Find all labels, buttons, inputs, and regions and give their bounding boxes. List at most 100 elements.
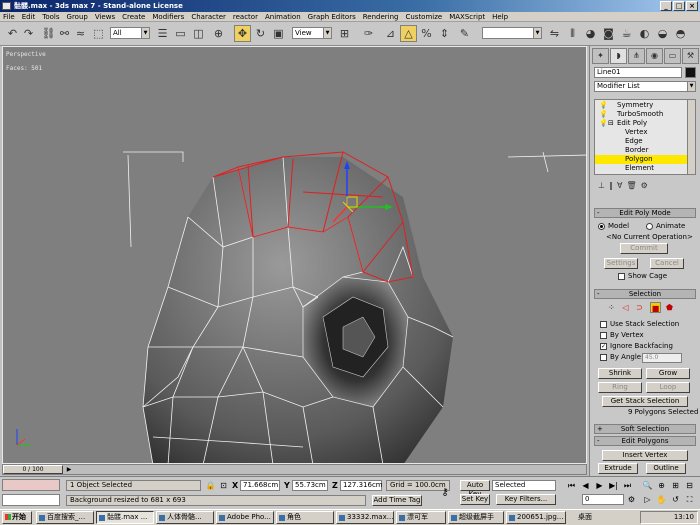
element-mode-icon[interactable]: ⬟ [664,302,675,313]
extrude-button[interactable]: Extrude [598,463,638,474]
stack-scrollbar[interactable] [687,100,695,174]
snap-toggle-icon[interactable]: ⊿ [382,25,399,42]
lightbulb-icon[interactable]: 💡 [599,110,608,118]
outline-button[interactable]: Outline [646,463,686,474]
select-object-icon[interactable]: ⬚ [90,25,107,42]
shrink-button[interactable]: Shrink [598,368,642,379]
field-of-view-icon[interactable]: ▷ [642,494,653,505]
zoom-icon[interactable]: 🔍 [642,480,653,491]
vertex-mode-icon[interactable]: ⁘ [606,302,617,313]
menu-tools[interactable]: Tools [42,12,59,22]
next-frame-icon[interactable]: ▶| [608,480,619,491]
undo-icon[interactable]: ↶ [4,25,21,42]
make-unique-icon[interactable]: ∀ [617,181,622,190]
x-coordinate-field[interactable]: 71.668cm [240,480,280,491]
task-button[interactable]: 角色 [276,511,334,524]
arc-rotate-icon[interactable]: ↺ [670,494,681,505]
modifier-list-dropdown[interactable]: Modifier List ▼ [594,81,696,92]
named-selection-dropdown[interactable]: ▼ [482,27,542,39]
soft-selection-rollout[interactable]: + Soft Selection [594,424,696,434]
task-button[interactable]: Adobe Pho... [216,511,274,524]
cancel-button[interactable]: Cancel [650,258,684,269]
key-mode-dropdown[interactable]: Selected [492,480,556,491]
object-color-swatch[interactable] [685,67,696,78]
link-icon[interactable]: ⛓ [40,25,57,42]
hierarchy-tab-icon[interactable]: ⋔ [628,48,645,64]
select-and-move-icon[interactable]: ✥ [234,25,251,42]
add-time-tag-button[interactable]: Add Time Tag [372,495,422,506]
collapse-minus-icon[interactable]: ⊟ [608,119,614,127]
time-slider-knob[interactable]: 0 / 100 [3,465,63,474]
menu-customize[interactable]: Customize [405,12,442,22]
percent-snap-icon[interactable]: % [418,25,435,42]
menu-rendering[interactable]: Rendering [363,12,399,22]
utilities-tab-icon[interactable]: ⚒ [682,48,699,64]
go-to-start-icon[interactable]: ⏮ [566,480,577,491]
bind-space-warp-icon[interactable]: ≈ [72,25,89,42]
show-cage-checkbox[interactable] [618,273,625,280]
get-stack-selection-button[interactable]: Get Stack Selection [602,396,688,407]
reference-coordinate-dropdown[interactable]: View ▼ [292,27,332,39]
use-stack-selection-checkbox[interactable] [600,321,607,328]
remove-modifier-icon[interactable]: 🗑 [626,181,636,190]
menu-create[interactable]: Create [122,12,145,22]
stack-item-turbosmooth[interactable]: TurboSmooth [595,110,687,119]
time-slider-right-arrow-icon[interactable]: ▶ [65,465,73,474]
configure-modifier-sets-icon[interactable]: ⚙ [641,181,648,190]
play-icon[interactable]: ▶ [594,480,605,491]
by-angle-checkbox[interactable] [600,354,607,361]
window-crossing-icon[interactable]: ◫ [190,25,207,42]
stack-item-polygon[interactable]: Polygon [595,155,687,164]
zoom-extents-icon[interactable]: ⊞ [670,480,681,491]
select-and-rotate-icon[interactable]: ↻ [252,25,269,42]
zoom-all-icon[interactable]: ⊕ [656,480,667,491]
menu-animation[interactable]: Animation [265,12,301,22]
stack-item-edge[interactable]: Edge [595,137,687,146]
z-coordinate-field[interactable]: 127.316cm [340,480,383,491]
edit-poly-mode-rollout[interactable]: - Edit Poly Mode [594,208,696,218]
key-filters-button[interactable]: Key Filters... [496,494,556,505]
stack-item-border[interactable]: Border [595,146,687,155]
menu-graph-editors[interactable]: Graph Editors [308,12,356,22]
lightbulb-icon[interactable]: 💡 [599,119,608,127]
set-key-button[interactable]: Set Key [460,494,490,505]
close-button[interactable]: × [686,1,698,11]
selection-filter-dropdown[interactable]: All ▼ [110,27,150,39]
pan-icon[interactable]: ✋ [656,494,667,505]
spinner-snap-icon[interactable]: ⇕ [436,25,453,42]
modify-tab-icon[interactable]: ◗ [610,48,627,64]
model-radio[interactable] [598,223,605,230]
insert-vertex-button[interactable]: Insert Vertex [602,450,688,461]
task-button[interactable]: 33332.max... [336,511,394,524]
pin-stack-icon[interactable]: ⊥ [598,181,605,190]
polygon-mode-icon[interactable]: ■ [650,302,661,313]
maximize-viewport-icon[interactable]: ⛶ [684,494,695,505]
quick-render-icon[interactable]: ☕ [618,25,635,42]
previous-frame-icon[interactable]: ◀ [580,480,591,491]
time-configuration-icon[interactable]: ⚙ [626,494,637,505]
maxscript-listener-pink[interactable] [2,479,60,491]
select-by-name-icon[interactable]: ☰ [154,25,171,42]
task-button[interactable]: 超级截屏手 [448,511,504,524]
set-key-icon[interactable]: ⚷ [437,487,453,498]
display-tab-icon[interactable]: ▭ [664,48,681,64]
settings-button[interactable]: Settings [604,258,638,269]
desktop-toolbar-label[interactable]: 桌面 [578,513,592,522]
by-vertex-checkbox[interactable] [600,332,607,339]
menu-character[interactable]: Character [191,12,226,22]
animate-radio[interactable] [646,223,653,230]
task-button[interactable]: 200651.jpg... [506,511,566,524]
border-mode-icon[interactable]: ⊃ [634,302,645,313]
menu-views[interactable]: Views [95,12,115,22]
render-scene-icon[interactable]: ◙ [600,25,617,42]
pivot-center-icon[interactable]: ⊞ [336,25,353,42]
maximize-button[interactable]: □ [673,1,685,11]
object-name-field[interactable]: Line01 [594,67,682,78]
mirror-icon[interactable]: ⇋ [546,25,563,42]
task-button[interactable]: 骷髅.max ... [96,511,154,524]
time-slider[interactable]: 0 / 100 ▶ [2,464,587,475]
align-icon[interactable]: ⫴ [564,25,581,42]
menu-file[interactable]: File [3,12,15,22]
rect-selection-icon[interactable]: ▭ [172,25,189,42]
menu-group[interactable]: Group [67,12,88,22]
